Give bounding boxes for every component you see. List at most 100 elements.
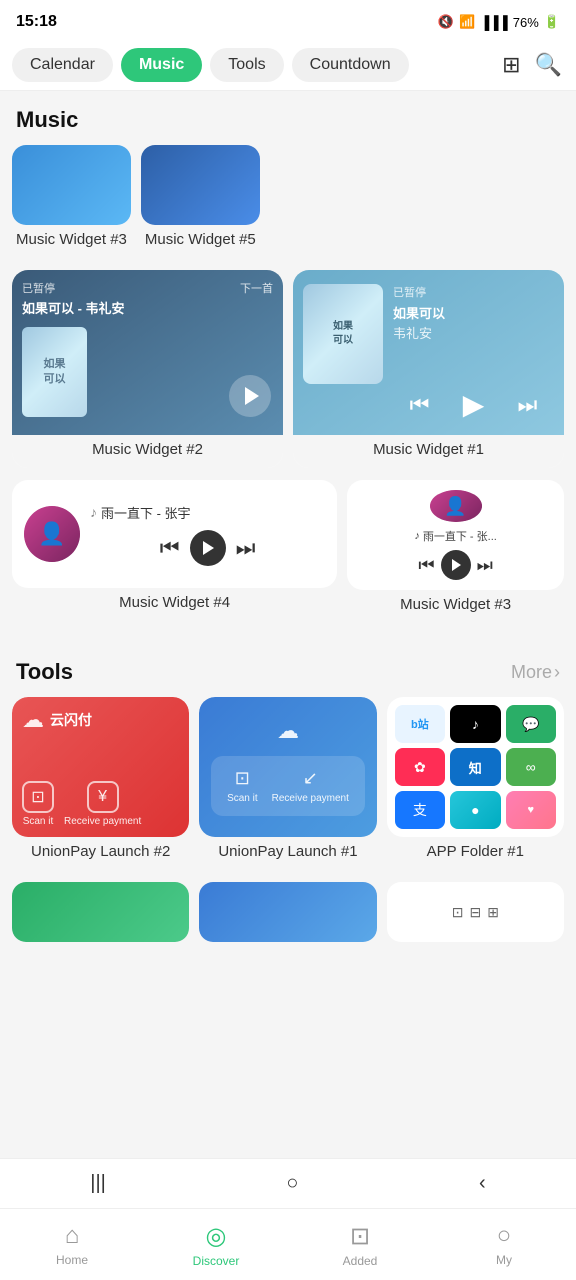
unionpay1-scan-action: ⊡ Scan it xyxy=(227,768,258,804)
partial-icon-3: ⊞ xyxy=(487,904,499,921)
my-icon: ○ xyxy=(497,1222,512,1250)
music-widget-1-card[interactable]: 如果可以 已暂停 如果可以 韦礼安 ⏮ ▶ ⏭ Music Widget #1 xyxy=(293,270,564,468)
widget2-album-art: 如果可以 xyxy=(22,327,87,417)
discover-icon: ◎ xyxy=(206,1222,227,1251)
widget1-artist: 韦礼安 xyxy=(393,323,554,342)
unionpay2-scan-label: Scan it xyxy=(23,816,54,827)
partial-green-card[interactable] xyxy=(12,882,189,942)
widget3-play-button[interactable] xyxy=(441,550,471,580)
unionpay1-logo-icon: ☁ xyxy=(277,718,299,744)
android-home-button[interactable]: ○ xyxy=(286,1172,298,1195)
widget2-play-button[interactable] xyxy=(229,375,271,417)
tools-section: Tools More › ☁ 云闪付 ⊡ xyxy=(0,643,576,962)
unionpay1-receive-action: ↙ Receive payment xyxy=(272,768,349,804)
music-bottom-row: 👤 ♪ 雨一直下 - 张宇 ⏮ xyxy=(0,480,576,635)
music-widget-2-card[interactable]: 已暂停 如果可以 - 韦礼安 下一首 如果可以 xyxy=(12,270,283,468)
widget4-play-button[interactable] xyxy=(190,530,226,566)
status-time: 15:18 xyxy=(16,13,57,31)
unionpay2-receive-icon: ¥ xyxy=(87,781,119,813)
status-icons: 🔇 📶 ▐▐▐ 76% 🔋 xyxy=(438,14,560,30)
added-icon: ⊡ xyxy=(350,1222,370,1251)
app-tiktok-icon: ♪ xyxy=(450,705,500,743)
app-folder-grid: b站 ♪ 💬 ✿ 知 ∞ 支 ● ♥ xyxy=(387,697,564,837)
music-widget-3-card[interactable]: 👤 ♪ 雨一直下 - 张... ⏮ ⏭ xyxy=(347,480,564,623)
unionpay2-label: UnionPay Launch #2 xyxy=(12,837,189,870)
music-widget-4-label: Music Widget #4 xyxy=(12,588,337,621)
unionpay1-label: UnionPay Launch #1 xyxy=(199,837,376,870)
tools-more-button[interactable]: More › xyxy=(511,662,560,683)
unionpay-launch-2-card[interactable]: ☁ 云闪付 ⊡ Scan it ¥ Receive payment xyxy=(12,697,189,870)
music-note-icon-2: ♪ xyxy=(414,530,420,542)
android-back-button[interactable]: ‹ xyxy=(479,1172,486,1195)
nav-my-label: My xyxy=(496,1253,512,1267)
widget3-prev-button[interactable]: ⏮ xyxy=(418,555,434,576)
tools-section-title: Tools xyxy=(16,659,73,685)
chevron-right-icon: › xyxy=(554,662,560,683)
music-section: Music Music Widget #3 Music Widget #5 已暂… xyxy=(0,91,576,643)
android-recent-button[interactable]: ||| xyxy=(90,1172,106,1195)
music-middle-row: 已暂停 如果可以 - 韦礼安 下一首 如果可以 xyxy=(0,270,576,480)
music-widget-2-label: Music Widget #2 xyxy=(12,435,283,468)
tools-partial-row: ⊡ ⊟ ⊞ xyxy=(0,882,576,954)
home-icon: ⌂ xyxy=(65,1222,80,1250)
widget1-title: 如果可以 xyxy=(393,303,554,322)
mute-icon: 🔇 xyxy=(438,14,454,30)
android-nav-bar: ||| ○ ‹ xyxy=(0,1158,576,1208)
tab-calendar[interactable]: Calendar xyxy=(12,48,113,82)
partial-icon-1: ⊡ xyxy=(452,904,464,921)
battery-text: 76% xyxy=(513,15,539,30)
widget1-play-button[interactable]: ▶ xyxy=(459,388,489,421)
unionpay1-receive-icon: ↙ xyxy=(303,768,318,789)
music-widget-3-top-label: Music Widget #3 xyxy=(12,225,131,258)
tab-icons: ⊞ 🔍 xyxy=(500,50,564,80)
partial-blue-card[interactable] xyxy=(199,882,376,942)
widget4-avatar: 👤 xyxy=(24,506,80,562)
tools-grid: ☁ 云闪付 ⊡ Scan it ¥ Receive payment xyxy=(0,697,576,882)
unionpay1-scan-label: Scan it xyxy=(227,793,258,804)
app-green2-icon: ∞ xyxy=(506,748,556,786)
unionpay2-receive-action: ¥ Receive payment xyxy=(64,781,141,827)
nav-discover-label: Discover xyxy=(193,1254,240,1268)
nav-home[interactable]: ⌂ Home xyxy=(0,1209,144,1280)
tab-bar: Calendar Music Tools Countdown ⊞ 🔍 xyxy=(0,40,576,91)
app-folder-1-card[interactable]: b站 ♪ 💬 ✿ 知 ∞ 支 ● ♥ APP Folder #1 xyxy=(387,697,564,870)
app-bilibili-icon: b站 xyxy=(395,705,445,743)
tools-section-header: Tools More › xyxy=(0,659,576,697)
music-widget-4-card[interactable]: 👤 ♪ 雨一直下 - 张宇 ⏮ xyxy=(12,480,337,623)
tools-more-label: More xyxy=(511,662,552,683)
nav-my[interactable]: ○ My xyxy=(432,1209,576,1280)
music-widget-1-label: Music Widget #1 xyxy=(293,435,564,468)
tab-music[interactable]: Music xyxy=(121,48,202,82)
widget1-next-button[interactable]: ⏭ xyxy=(514,392,542,418)
app-teal-icon: ● xyxy=(450,791,500,829)
music-widget-3-top-card[interactable]: Music Widget #3 xyxy=(12,145,131,258)
partial-gray-card[interactable]: ⊡ ⊟ ⊞ xyxy=(387,882,564,942)
widget4-controls: ⏮ ⏭ xyxy=(90,530,325,566)
widget4-next-button[interactable]: ⏭ xyxy=(236,535,256,561)
widget3-song: ♪ 雨一直下 - 张... xyxy=(414,528,496,544)
nav-discover[interactable]: ◎ Discover xyxy=(144,1209,288,1280)
unionpay1-receive-label: Receive payment xyxy=(272,793,349,804)
battery-icon: 🔋 xyxy=(544,14,560,30)
music-section-title: Music xyxy=(0,107,576,145)
unionpay-launch-1-card[interactable]: ☁ ⊡ Scan it ↙ Receive payment xyxy=(199,697,376,870)
unionpay2-scan-icon: ⊡ xyxy=(22,781,54,813)
widget3-next-button[interactable]: ⏭ xyxy=(477,555,493,576)
widget2-status: 已暂停 xyxy=(22,280,125,296)
widget3-avatar: 👤 xyxy=(430,490,482,522)
search-icon[interactable]: 🔍 xyxy=(533,50,564,80)
tab-countdown[interactable]: Countdown xyxy=(292,48,409,82)
nav-added-label: Added xyxy=(343,1254,378,1268)
nav-added[interactable]: ⊡ Added xyxy=(288,1209,432,1280)
widget1-prev-button[interactable]: ⏮ xyxy=(406,392,434,418)
unionpay2-scan-action: ⊡ Scan it xyxy=(22,781,54,827)
app-pink-icon: ♥ xyxy=(506,791,556,829)
widget4-prev-button[interactable]: ⏮ xyxy=(160,535,180,561)
grid-icon[interactable]: ⊞ xyxy=(500,50,522,80)
music-note-icon: ♪ xyxy=(90,504,97,520)
wifi-icon: 📶 xyxy=(459,14,475,30)
app-red-icon: ✿ xyxy=(395,748,445,786)
music-top-row: Music Widget #3 Music Widget #5 xyxy=(0,145,576,270)
music-widget-5-top-card[interactable]: Music Widget #5 xyxy=(141,145,260,258)
tab-tools[interactable]: Tools xyxy=(210,48,283,82)
